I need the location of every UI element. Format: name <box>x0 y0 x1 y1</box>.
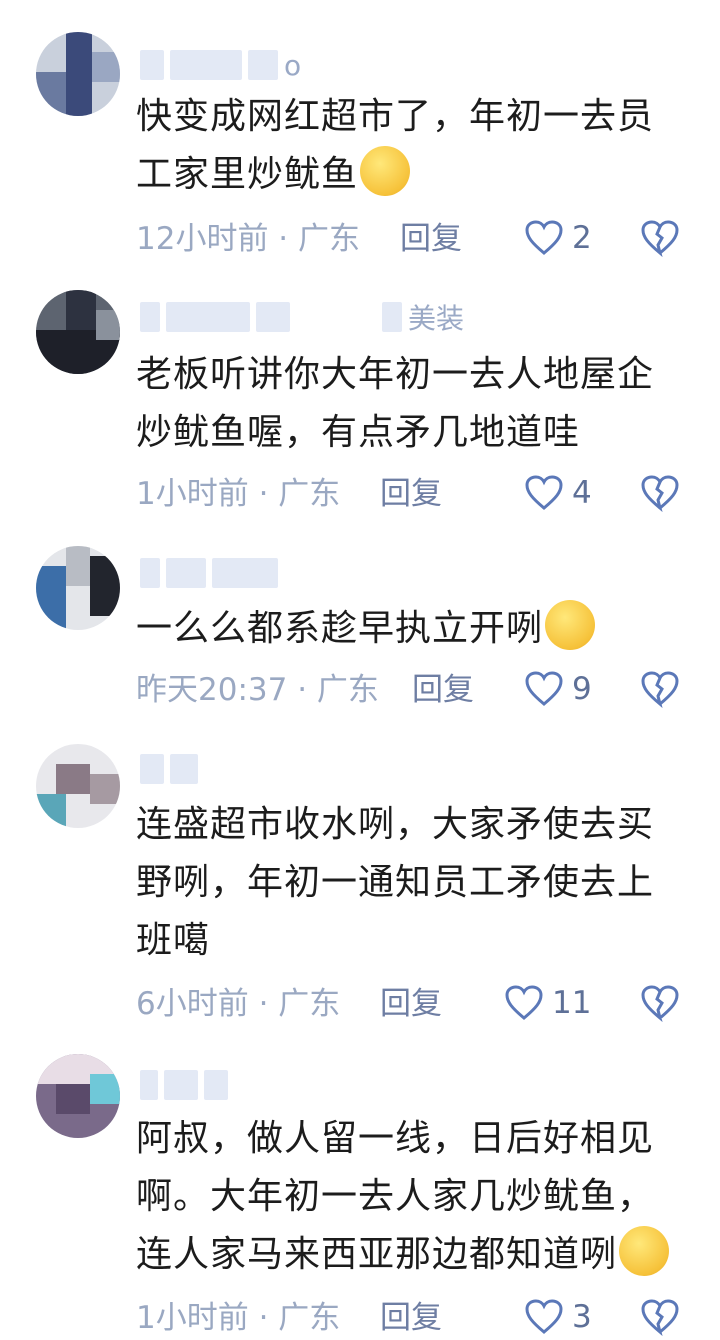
heart-icon <box>525 475 563 510</box>
heart-icon <box>525 671 563 706</box>
reply-button[interactable]: 回复 <box>380 1296 442 1340</box>
dislike-button[interactable] <box>640 474 680 516</box>
username[interactable]: o <box>140 48 301 82</box>
heart-icon <box>505 985 543 1020</box>
comment-meta: 1小时前 · 广东 回复 3 <box>136 1296 690 1340</box>
like-count: 2 <box>572 220 592 256</box>
like-button[interactable]: 9 <box>524 670 592 708</box>
comment-meta: 12小时前 · 广东 回复 2 <box>136 217 690 261</box>
comment-text: 阿叔，做人留一线，日后好相见啊。大年初一去人家几炒鱿鱼，连人家马来西亚那边都知道… <box>136 1110 681 1284</box>
username[interactable]: 美装 <box>140 300 465 335</box>
avatar[interactable] <box>36 546 120 630</box>
dislike-button[interactable] <box>640 984 680 1026</box>
woozy-face-icon <box>545 600 596 650</box>
broken-heart-icon <box>641 475 679 513</box>
heart-icon <box>525 220 563 255</box>
like-count: 9 <box>572 671 592 707</box>
avatar[interactable] <box>36 744 120 828</box>
broken-heart-icon <box>641 220 679 258</box>
crying-laughing-emoji-icon <box>360 146 411 196</box>
reply-button[interactable]: 回复 <box>380 472 442 516</box>
comment-meta: 1小时前 · 广东 回复 4 <box>136 472 690 516</box>
dislike-button[interactable] <box>640 219 680 261</box>
avatar[interactable] <box>36 290 120 374</box>
username[interactable] <box>140 752 198 786</box>
broken-heart-icon <box>641 985 679 1023</box>
like-count: 3 <box>572 1299 592 1335</box>
like-button[interactable]: 11 <box>504 984 591 1022</box>
broken-heart-icon <box>641 671 679 709</box>
avatar[interactable] <box>36 32 120 116</box>
broken-heart-icon <box>641 1299 679 1337</box>
avatar[interactable] <box>36 1054 120 1138</box>
username-suffix: 美装 <box>408 302 465 335</box>
eye-roll-icon <box>619 1226 670 1276</box>
like-count: 11 <box>552 985 592 1021</box>
reply-button[interactable]: 回复 <box>412 668 474 712</box>
like-button[interactable]: 4 <box>524 474 592 512</box>
dislike-button[interactable] <box>640 670 680 712</box>
timestamp-location: 1小时前 · 广东 <box>136 476 341 512</box>
timestamp-location: 12小时前 · 广东 <box>136 221 361 257</box>
comment-text: 一么么都系趁早执立开咧 <box>136 600 681 658</box>
reply-button[interactable]: 回复 <box>400 217 462 261</box>
dislike-button[interactable] <box>640 1298 680 1340</box>
comment-text: 连盛超市收水咧，大家矛使去买野咧，年初一通知员工矛使去上班噶 <box>136 804 655 961</box>
username[interactable] <box>140 1068 228 1102</box>
timestamp-location: 6小时前 · 广东 <box>136 986 341 1022</box>
timestamp-location: 1小时前 · 广东 <box>136 1300 341 1336</box>
reply-button[interactable]: 回复 <box>380 982 442 1026</box>
comment-text: 快变成网红超市了，年初一去员工家里炒鱿鱼 <box>136 96 655 196</box>
comment-text: 老板听讲你大年初一去人地屋企炒鱿鱼喔，有点矛几地道哇 <box>136 354 655 453</box>
like-button[interactable]: 3 <box>524 1298 592 1336</box>
timestamp-location: 昨天20:37 · 广东 <box>136 672 379 708</box>
like-count: 4 <box>572 475 592 511</box>
username[interactable] <box>140 556 278 590</box>
comment-meta: 昨天20:37 · 广东 回复 9 <box>136 668 690 712</box>
like-button[interactable]: 2 <box>524 219 592 257</box>
comment-meta: 6小时前 · 广东 回复 11 <box>136 982 690 1026</box>
heart-icon <box>525 1299 563 1334</box>
username-suffix: o <box>284 48 302 82</box>
